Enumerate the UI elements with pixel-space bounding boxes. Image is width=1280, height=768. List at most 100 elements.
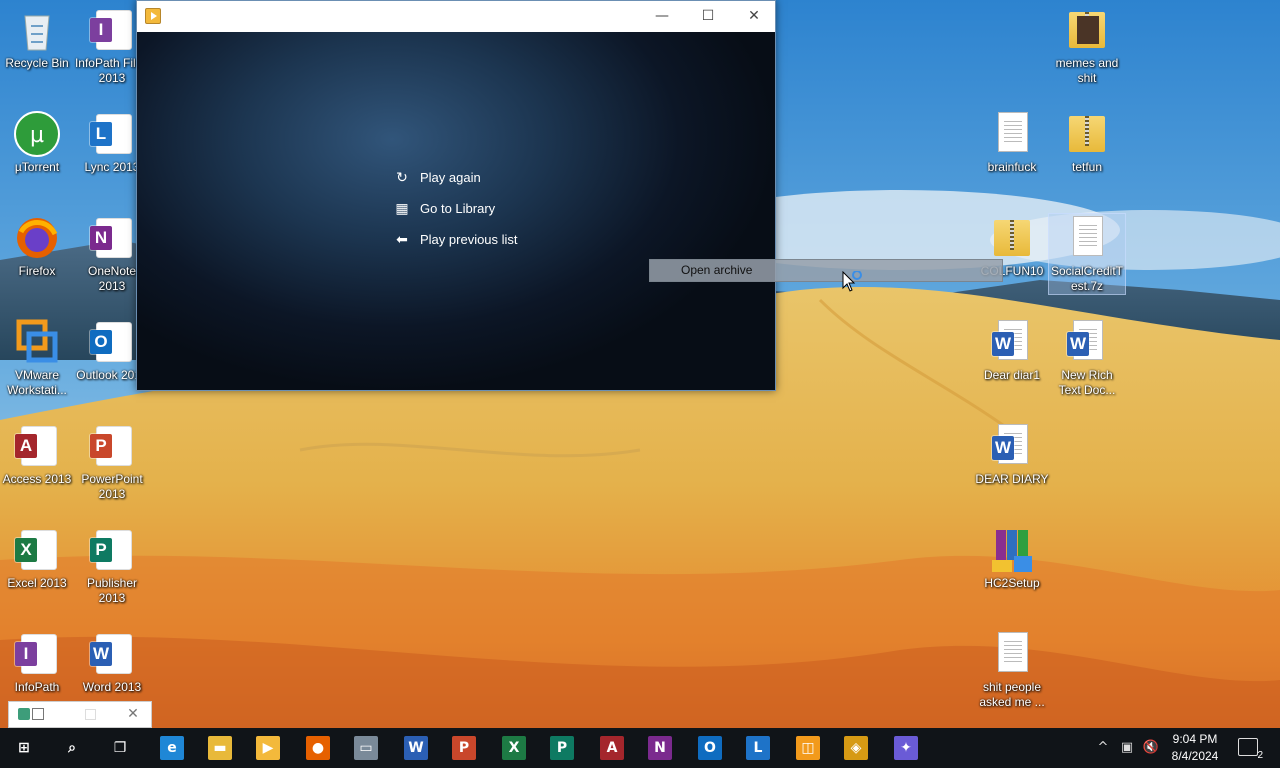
desktop-icon-publisher-2013[interactable]: P Publisher 2013 [74, 526, 150, 606]
replay-icon: ↻ [396, 170, 408, 186]
go-to-library-option[interactable]: ▦ Go to Library [392, 198, 495, 220]
taskbar-onenote[interactable]: N [636, 728, 684, 768]
taskbar-file-explorer[interactable]: ▬ [196, 728, 244, 768]
action-center-button[interactable]: 2 [1238, 738, 1263, 761]
open-archive-drop-hint: Open archive [649, 259, 1003, 282]
taskbar-app-yellow-icon: ◈ [844, 736, 868, 760]
mini-window-close-button[interactable]: ✕ [123, 704, 143, 724]
taskbar-publisher[interactable]: P [538, 728, 586, 768]
desktop-icon-word-2013[interactable]: W Word 2013 [74, 630, 150, 695]
search-button[interactable]: ⌕ [48, 728, 96, 768]
desktop-icon-infopath[interactable]: I InfoPath [0, 630, 75, 695]
mini-floating-window[interactable]: ✕ [8, 701, 152, 728]
desktop-icon-label: shit people asked me ... [979, 680, 1045, 709]
minimize-button[interactable]: — [639, 1, 685, 31]
clock-date: 8/4/2024 [1171, 749, 1219, 763]
volume-muted-icon[interactable]: 🔇 [1142, 739, 1160, 757]
taskbar-edge-icon: e [160, 736, 184, 760]
back-arrow-icon: ⬅ [396, 232, 408, 248]
taskbar-outlook[interactable]: O [686, 728, 734, 768]
desktop-icon-label: Excel 2013 [7, 576, 67, 590]
lync-icon: L [88, 110, 136, 158]
taskbar-access[interactable]: A [588, 728, 636, 768]
player-content-area: ↻ Play again ▦ Go to Library ⬅ Play prev… [137, 32, 775, 390]
desktop-icon-label: brainfuck [987, 160, 1037, 174]
close-button[interactable]: ✕ [731, 1, 777, 31]
svg-text:µ: µ [30, 123, 44, 148]
taskbar-media-player[interactable]: ▶ [244, 728, 292, 768]
powerpoint-icon: P [88, 422, 136, 470]
taskbar-app-bird[interactable]: ✦ [882, 728, 930, 768]
start-button-icon: ⊞ [12, 736, 36, 760]
desktop-icon-label: Dear diar1 [983, 368, 1041, 382]
desktop-icon-dear-diary[interactable]: W DEAR DIARY [974, 422, 1050, 487]
network-icon[interactable]: ▣ [1118, 739, 1136, 757]
winrar-installer-icon [988, 526, 1036, 574]
taskbar-powerpoint[interactable]: P [440, 728, 488, 768]
desktop-icon-shit-people-asked-me[interactable]: shit people asked me ... [974, 630, 1050, 710]
taskbar-powerpoint-icon: P [452, 736, 476, 760]
task-view-button[interactable]: ❐ [96, 728, 144, 768]
taskbar-excel[interactable]: X [490, 728, 538, 768]
desktop-icon-label: SocialCreditTest.7z [1050, 264, 1124, 293]
taskbar-word[interactable]: W [392, 728, 440, 768]
desktop-icon-label: HC2Setup [984, 576, 1040, 590]
desktop-icon-new-rich-text-doc[interactable]: W New Rich Text Doc... [1049, 318, 1125, 398]
desktop-icon-label: tetfun [1071, 160, 1103, 174]
search-button-icon: ⌕ [60, 736, 84, 760]
start-button[interactable]: ⊞ [0, 728, 48, 768]
desktop-icon-label: Publisher 2013 [86, 576, 138, 605]
taskbar-lync-icon: L [746, 736, 770, 760]
desktop-icon-recycle-bin[interactable]: Recycle Bin [0, 6, 75, 71]
taskbar-remote-desktop[interactable]: ▭ [342, 728, 390, 768]
folder-photo-icon [1063, 6, 1111, 54]
desktop-icon-tetfun[interactable]: tetfun [1049, 110, 1125, 175]
clock-time: 9:04 PM [1172, 732, 1218, 746]
desktop-icon-label: µTorrent [14, 160, 60, 174]
outlook-icon: O [88, 318, 136, 366]
taskbar-app-yellow[interactable]: ◈ [832, 728, 880, 768]
taskbar-app-bird-icon: ✦ [894, 736, 918, 760]
taskbar-remote-desktop-icon: ▭ [354, 736, 378, 760]
mouse-cursor-busy-icon [842, 270, 862, 295]
desktop-icon-brainfuck[interactable]: brainfuck [974, 110, 1050, 175]
desktop-icon-dear-diar1[interactable]: W Dear diar1 [974, 318, 1050, 383]
desktop-icon-label: Recycle Bin [5, 56, 69, 70]
taskbar-edge[interactable]: e [148, 728, 196, 768]
zip-folder-icon [1063, 110, 1111, 158]
word-doc-icon: W [988, 422, 1036, 470]
play-again-option[interactable]: ↻ Play again [392, 167, 481, 189]
desktop-icon-vmware-workstati[interactable]: VMware Workstati... [0, 318, 75, 398]
taskbar-onenote-icon: N [648, 736, 672, 760]
infopath-icon: I [13, 630, 61, 678]
maximize-button[interactable]: ☐ [685, 1, 731, 31]
taskbar-firefox[interactable]: ● [294, 728, 342, 768]
desktop-icon-access-2013[interactable]: A Access 2013 [0, 422, 75, 487]
tray-overflow-chevron-icon[interactable]: ^ [1094, 739, 1112, 757]
desktop-icon-label: VMware Workstati... [7, 368, 67, 397]
mini-window-app-icon [18, 708, 30, 720]
taskbar-vmware[interactable]: ◫ [784, 728, 832, 768]
taskbar-excel-icon: X [502, 736, 526, 760]
desktop-icon-excel-2013[interactable]: X Excel 2013 [0, 526, 75, 591]
play-previous-list-option[interactable]: ⬅ Play previous list [392, 229, 518, 251]
desktop-icon-label: Word 2013 [82, 680, 142, 694]
restore-icon[interactable] [32, 708, 44, 720]
desktop-icon-firefox[interactable]: Firefox [0, 214, 75, 279]
desktop-icon-torrent[interactable]: µ µTorrent [0, 110, 75, 175]
play-previous-list-label: Play previous list [420, 232, 518, 247]
system-clock[interactable]: 9:04 PM 8/4/2024 [1166, 731, 1224, 765]
player-titlebar[interactable]: — ☐ ✕ [137, 1, 775, 32]
desktop-icon-memes-and-shit[interactable]: memes and shit [1049, 6, 1125, 86]
desktop-icon-powerpoint-2013[interactable]: P PowerPoint 2013 [74, 422, 150, 502]
infopath-filler-icon: I [88, 6, 136, 54]
desktop-icon-label: PowerPoint 2013 [81, 472, 143, 501]
media-player-window[interactable]: — ☐ ✕ ↻ Play again ▦ Go to Library ⬅ Pla… [136, 0, 776, 391]
taskbar-firefox-icon: ● [306, 736, 330, 760]
mini-window-maximize-button[interactable] [85, 709, 96, 720]
notepad-file-icon [988, 630, 1036, 678]
desktop-icon-hc2setup[interactable]: HC2Setup [974, 526, 1050, 591]
desktop-icon-label: Firefox [18, 264, 56, 278]
desktop-icon-socialcredittest-7z[interactable]: SocialCreditTest.7z [1048, 213, 1126, 295]
taskbar-lync[interactable]: L [734, 728, 782, 768]
